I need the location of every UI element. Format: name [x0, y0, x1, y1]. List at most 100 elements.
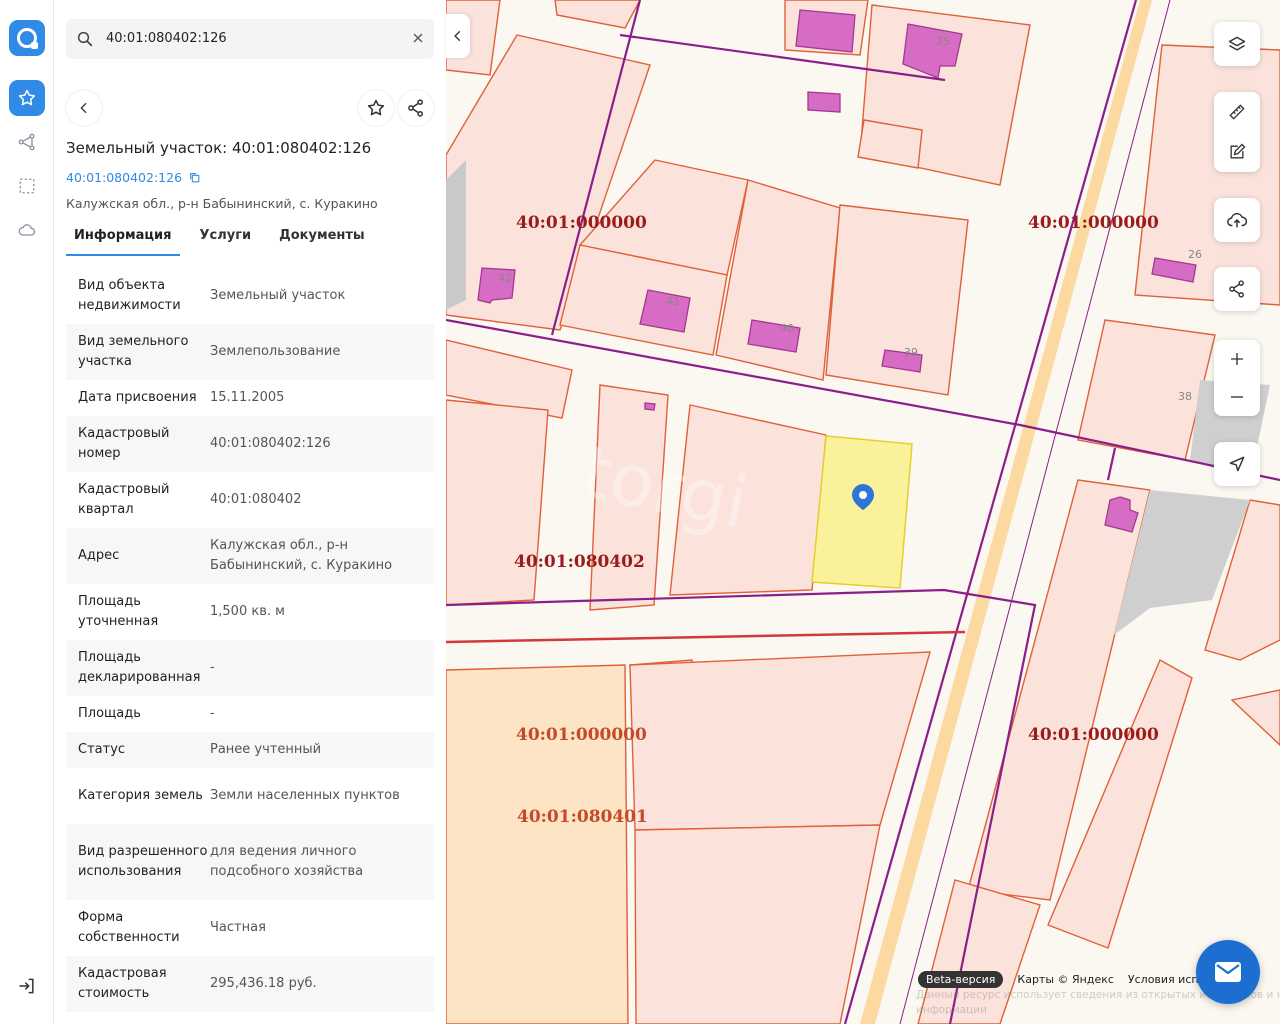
quarter-label: 40:01:000000 [516, 213, 647, 233]
info-table: Вид объекта недвижимости Земельный участо… [66, 268, 434, 1012]
object-address: Калужская обл., р-н Бабынинский, с. Кура… [66, 196, 378, 211]
selected-parcel[interactable] [811, 435, 913, 589]
row-key: Вид земельного участка [78, 334, 189, 369]
table-row: Площадь - [66, 696, 434, 732]
row-key: Площадь декларированная [78, 650, 201, 685]
favorites-nav-button[interactable] [9, 80, 45, 116]
table-row: Вид разрешенного использования для ведени… [66, 824, 434, 900]
row-value: - [210, 706, 215, 721]
zoom-in-icon[interactable] [1228, 350, 1246, 368]
tabs: Информация Услуги Документы [66, 226, 385, 256]
search-bar[interactable]: 40:01:080402:126 [66, 19, 434, 59]
building[interactable] [807, 91, 841, 113]
house-number: 26 [1188, 248, 1202, 261]
parcel-large[interactable] [446, 664, 629, 1024]
table-row: Кадастровый квартал 40:01:080402 [66, 472, 434, 528]
row-key: Дата присвоения [78, 390, 197, 405]
share-map-control[interactable] [1214, 267, 1260, 311]
parcel[interactable] [629, 651, 931, 831]
house-number: 39 [904, 346, 918, 359]
layers-icon [1228, 36, 1246, 51]
parcel[interactable] [634, 824, 881, 1024]
parcel[interactable] [446, 399, 549, 606]
search-icon [76, 30, 94, 52]
geolocation-control[interactable] [1214, 442, 1260, 486]
row-value: для ведения личного подсобного хозяйства [210, 844, 364, 879]
row-value: 40:01:080402 [210, 492, 302, 507]
yandex-attribution[interactable]: Карты © Яндекс [1017, 973, 1114, 986]
building[interactable] [795, 9, 856, 53]
building[interactable] [639, 289, 691, 333]
collapse-panel-button[interactable] [446, 14, 470, 58]
favorite-button[interactable] [358, 90, 394, 126]
cloud-nav-button[interactable] [9, 212, 45, 248]
copy-icon[interactable] [188, 171, 201, 184]
tab-info[interactable]: Информация [66, 226, 180, 256]
search-input[interactable]: 40:01:080402:126 [106, 31, 227, 46]
row-value: Частная [210, 920, 266, 935]
cadastral-link[interactable]: 40:01:080402:126 [66, 170, 201, 185]
tab-services[interactable]: Услуги [192, 226, 260, 256]
table-row: Кадастровая стоимость 295,436.18 руб. [66, 956, 434, 1012]
quarter-label: 40:01:000000 [516, 725, 647, 745]
cadastral-map[interactable]: 25 26 42 41 40 39 38 torgi 40:01:000000 … [446, 0, 1280, 1024]
table-row: Площадь уточненная 1,500 кв. м [66, 584, 434, 640]
share-button[interactable] [398, 90, 434, 126]
left-rail [0, 0, 54, 1024]
tools-control [1214, 92, 1260, 172]
beta-badge: Beta-версия [918, 971, 1004, 988]
back-button[interactable] [66, 90, 102, 126]
contact-mail-button[interactable] [1196, 940, 1260, 1004]
row-key: Статус [78, 742, 126, 757]
map-attribution: Beta-версия Карты © Яндекс Условия испол [918, 971, 1212, 988]
row-value: 1,500 кв. м [210, 604, 285, 619]
dashed-square-icon [19, 178, 35, 194]
ruler-icon[interactable] [1227, 102, 1247, 122]
table-row: Кадастровый номер 40:01:080402:126 [66, 416, 434, 472]
zoom-out-icon[interactable] [1228, 388, 1246, 406]
parcel[interactable] [1230, 689, 1280, 746]
table-row: Категория земель Земли населенных пунктов [66, 768, 434, 824]
row-value: Ранее учтенный [210, 742, 322, 757]
quarter-label: 40:01:000000 [1028, 725, 1159, 745]
edit-icon[interactable] [1227, 142, 1247, 162]
mail-icon [1215, 962, 1241, 982]
row-key: Площадь [78, 706, 141, 721]
red-boundary [446, 630, 966, 644]
row-value: 40:01:080402:126 [210, 436, 331, 451]
tab-documents[interactable]: Документы [271, 226, 373, 256]
house-number: 40 [780, 322, 794, 335]
route-nav-button[interactable] [9, 124, 45, 160]
table-row: Вид объекта недвижимости Земельный участо… [66, 268, 434, 324]
row-key: Категория земель [78, 788, 203, 803]
layers-control[interactable] [1214, 22, 1260, 66]
road-area [446, 160, 466, 310]
logo-icon [17, 28, 38, 49]
table-row: Статус Ранее учтенный [66, 732, 434, 768]
house-number: 38 [1178, 390, 1192, 403]
quarter-label: 40:01:000000 [1028, 213, 1159, 233]
cadastral-link-text[interactable]: 40:01:080402:126 [66, 170, 182, 185]
row-value: Земли населенных пунктов [210, 788, 400, 803]
row-key: Адрес [78, 548, 120, 563]
select-area-nav-button[interactable] [9, 168, 45, 204]
house-number: 41 [666, 295, 680, 308]
app-logo[interactable] [9, 20, 45, 56]
quarter-label: 40:01:080401 [517, 807, 648, 827]
house-number: 42 [498, 272, 512, 285]
row-value: - [210, 660, 215, 675]
parcel[interactable] [554, 0, 641, 29]
row-key: Вид разрешенного использования [78, 844, 208, 879]
row-key: Вид объекта недвижимости [78, 278, 181, 313]
upload-control[interactable] [1214, 198, 1260, 242]
chevron-left-icon [454, 30, 461, 42]
row-key: Кадастровый номер [78, 426, 170, 461]
building[interactable] [644, 402, 656, 411]
share-icon [408, 99, 423, 117]
table-row: Вид земельного участка Землепользование [66, 324, 434, 380]
map-canvas[interactable]: 25 26 42 41 40 39 38 torgi 40:01:000000 … [446, 0, 1280, 1024]
logout-button[interactable] [17, 976, 37, 1000]
table-row: Дата присвоения 15.11.2005 [66, 380, 434, 416]
row-value: Землепользование [210, 344, 341, 359]
clear-search-icon[interactable] [410, 30, 426, 50]
